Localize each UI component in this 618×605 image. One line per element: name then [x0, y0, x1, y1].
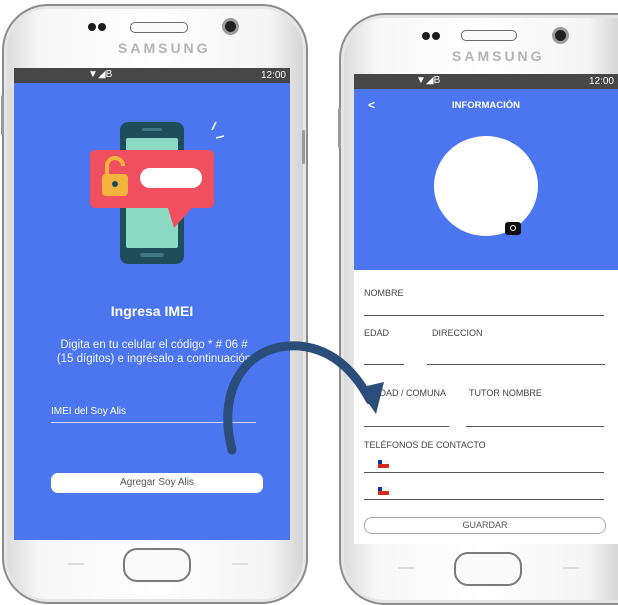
signal-icon: ▼◢B — [416, 75, 441, 86]
tutor-field[interactable] — [466, 426, 604, 427]
edad-label: EDAD — [364, 328, 390, 338]
info-form: NOMBRE EDAD DIRECCION CIUDAD / COMUNA TU… — [354, 270, 618, 544]
imei-screen: ▼◢B 12:00 Ingresa IMEI Digita en tu celu… — [14, 68, 290, 540]
volume-button — [338, 108, 341, 148]
recents-softkey[interactable] — [563, 567, 579, 569]
description-line: Digita en tu celular el código * # 06 # — [60, 339, 248, 351]
imei-input-label: IMEI del Soy Alis — [51, 406, 127, 417]
power-button — [302, 130, 305, 164]
telefonos-label: TELÉFONOS DE CONTACTO — [364, 440, 486, 450]
recents-softkey[interactable] — [232, 563, 248, 565]
imei-description: Digita en tu celular el código * # 06 # … — [34, 338, 274, 366]
brand-logo: SAMSUNG — [118, 40, 211, 56]
add-device-button[interactable]: Agregar Soy Alis — [51, 473, 263, 493]
description-line: (15 dígitos) e ingrésalo a continuación — [56, 353, 252, 365]
back-softkey[interactable] — [68, 563, 84, 565]
profile-photo[interactable] — [434, 136, 538, 236]
illustration-spark — [215, 135, 225, 139]
speaker-grille — [130, 22, 188, 33]
status-time: 12:00 — [260, 70, 286, 81]
info-screen: ▼◢B 12:00 < INFORMACIÓN NOMBRE EDAD DIRE… — [354, 74, 618, 544]
direccion-field[interactable] — [427, 364, 605, 365]
nombre-field[interactable] — [364, 315, 604, 316]
back-softkey[interactable] — [398, 567, 414, 569]
status-bar: ▼◢B 12:00 — [354, 74, 618, 89]
status-bar: ▼◢B 12:00 — [14, 68, 290, 83]
edad-field[interactable] — [364, 364, 404, 365]
ciudad-field[interactable] — [364, 426, 449, 427]
signal-icon: ▼◢B — [88, 69, 113, 80]
imei-input[interactable] — [51, 422, 256, 423]
speaker-grille — [461, 30, 517, 41]
illustration-password-field — [140, 168, 202, 188]
sensor-dot — [98, 23, 106, 31]
front-camera — [222, 18, 239, 35]
info-title: INFORMACIÓN — [451, 100, 521, 111]
sensor-dot — [88, 23, 96, 31]
sensor-dot — [422, 32, 430, 40]
camera-icon[interactable] — [505, 222, 521, 235]
nombre-label: NOMBRE — [364, 288, 404, 298]
illustration-spark — [211, 121, 217, 131]
status-time: 12:00 — [588, 76, 614, 87]
front-camera — [552, 27, 569, 44]
illustration-speaker — [142, 128, 162, 131]
home-button[interactable] — [123, 548, 191, 582]
home-button[interactable] — [454, 552, 522, 586]
chile-flag-icon — [378, 487, 389, 495]
save-button[interactable]: GUARDAR — [364, 517, 606, 534]
imei-title: Ingresa IMEI — [110, 303, 194, 319]
direccion-label: DIRECCION — [432, 328, 483, 338]
illustration-home — [140, 253, 164, 257]
tutor-label: TUTOR NOMBRE — [469, 388, 542, 398]
illustration-keyhole — [112, 181, 118, 187]
brand-logo: SAMSUNG — [452, 48, 545, 64]
chile-flag-icon — [378, 460, 389, 468]
phone2-field[interactable] — [364, 499, 604, 500]
phone-lock-illustration — [90, 121, 225, 264]
ciudad-label: CIUDAD / COMUNA — [364, 388, 447, 398]
sensor-dot — [432, 32, 440, 40]
phone1-field[interactable] — [364, 472, 604, 473]
volume-button — [1, 95, 4, 135]
